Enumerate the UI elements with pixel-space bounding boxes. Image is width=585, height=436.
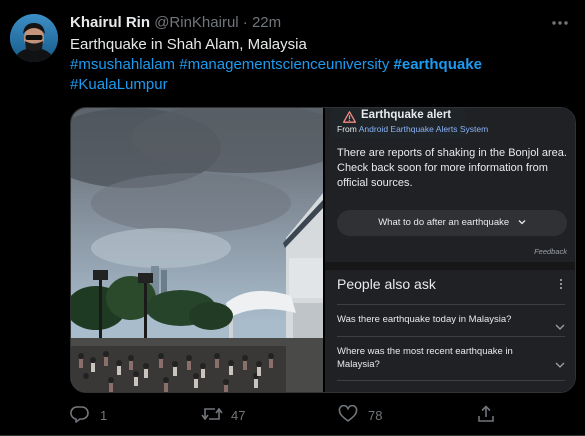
warning-icon xyxy=(342,110,357,123)
tweet-media[interactable]: Earthquake alert From Android Earthquake… xyxy=(70,107,576,393)
paa-question[interactable]: Was there earthquake today in Malaysia? xyxy=(337,313,533,326)
section-divider xyxy=(325,262,575,270)
chevron-down-icon xyxy=(518,218,526,227)
alert-source: From Android Earthquake Alerts System xyxy=(337,124,488,134)
avatar[interactable] xyxy=(10,14,58,62)
like-count: 78 xyxy=(368,408,383,423)
feedback-link[interactable]: Feedback xyxy=(534,247,567,256)
alert-source-link[interactable]: Android Earthquake Alerts System xyxy=(359,124,488,134)
alert-source-prefix: From xyxy=(337,124,357,134)
paa-question[interactable]: Where was the most recent earthquake in … xyxy=(337,345,533,371)
tweet-actions: 1 47 78 xyxy=(70,403,570,427)
display-name[interactable]: Khairul Rin xyxy=(70,14,150,31)
tweet-text-line: Earthquake in Shah Alam, Malaysia xyxy=(70,36,307,53)
chevron-down-icon[interactable] xyxy=(555,317,565,330)
alert-title: Earthquake alert xyxy=(361,109,452,121)
tweet[interactable]: Khairul Rin @RinKhairul · 22m Earthquake… xyxy=(0,0,585,436)
tweet-timestamp[interactable]: 22m xyxy=(252,14,281,31)
paa-divider xyxy=(337,336,565,337)
more-icon[interactable] xyxy=(549,14,571,32)
paa-more-icon[interactable] xyxy=(559,278,565,293)
header-separator: · xyxy=(242,14,248,31)
hashtag-link[interactable]: #earthquake xyxy=(394,56,482,73)
earthquake-alert-panel[interactable]: Earthquake alert From Android Earthquake… xyxy=(325,108,575,392)
tweet-text: Earthquake in Shah Alam, Malaysia #msush… xyxy=(70,35,570,95)
hashtag-link[interactable]: #msushahlalam xyxy=(70,56,175,73)
alert-body: There are reports of shaking in the Bonj… xyxy=(337,147,567,189)
retweet-count: 47 xyxy=(231,408,246,423)
hashtag-link[interactable]: #KualaLumpur xyxy=(70,76,168,93)
user-handle[interactable]: @RinKhairul xyxy=(154,14,238,31)
hashtag-link[interactable]: #managementscienceuniversity xyxy=(179,56,389,73)
chevron-down-icon[interactable] xyxy=(555,355,565,368)
what-to-do-button[interactable]: What to do after an earthquake xyxy=(337,210,567,236)
reply-count: 1 xyxy=(100,408,108,423)
people-also-ask-title: People also ask xyxy=(337,276,436,292)
paa-divider xyxy=(337,380,565,381)
media-photo[interactable] xyxy=(71,108,351,392)
what-to-do-label: What to do after an earthquake xyxy=(378,217,510,228)
paa-divider xyxy=(337,304,565,305)
